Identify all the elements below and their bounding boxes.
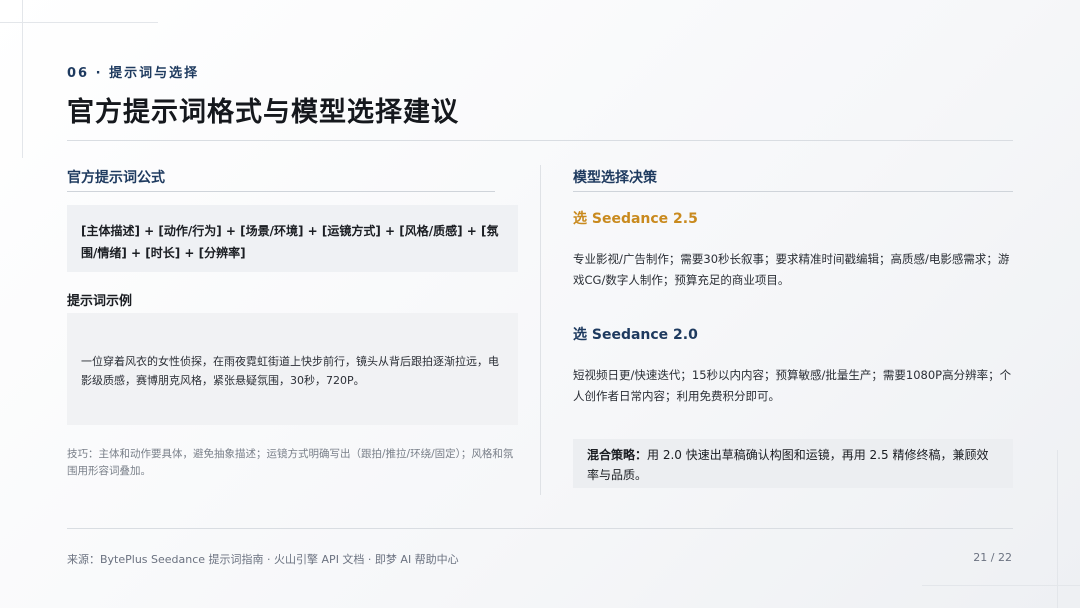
footer-source: 来源：BytePlus Seedance 提示词指南 · 火山引擎 API 文档… xyxy=(67,553,459,566)
tip-text: 技巧：主体和动作要具体，避免抽象描述；运镜方式明确写出（跟拍/推拉/环绕/固定）… xyxy=(67,448,514,477)
option-seedance-2-5-title: 选 Seedance 2.5 xyxy=(573,211,698,227)
mixed-strategy-box: 混合策略：用 2.0 快速出草稿确认构图和运镜，再用 2.5 精修终稿，兼顾效率… xyxy=(573,439,1013,488)
formula-box: [主体描述] + [动作/行为] + [场景/环境] + [运镜方式] + [风… xyxy=(67,205,518,272)
title-divider xyxy=(67,140,1013,141)
corner-decoration-right xyxy=(1057,450,1058,608)
left-heading-rule xyxy=(67,191,495,192)
right-heading-rule xyxy=(573,191,1013,192)
right-column-heading: 模型选择决策 xyxy=(573,170,657,186)
option-seedance-2-5-desc: 专业影视/广告制作；需要30秒长叙事；要求精准时间戳编辑；高质感/电影感需求；游… xyxy=(573,252,1010,287)
option-seedance-2-0-desc: 短视频日更/快速迭代；15秒以内内容；预算敏感/批量生产；需要1080P高分辨率… xyxy=(573,368,1012,403)
example-text: 一位穿着风衣的女性侦探，在雨夜霓虹街道上快步前行，镜头从背后跟拍逐渐拉远，电影级… xyxy=(81,355,499,387)
page-title: 官方提示词格式与模型选择建议 xyxy=(67,97,459,128)
formula-text: [主体描述] + [动作/行为] + [场景/环境] + [运镜方式] + [风… xyxy=(81,224,499,260)
corner-decoration-left xyxy=(22,0,23,158)
page-number: 21 / 22 xyxy=(973,551,1012,564)
option-seedance-2-0-title: 选 Seedance 2.0 xyxy=(573,327,698,343)
left-column-heading: 官方提示词公式 xyxy=(67,170,165,186)
example-heading: 提示词示例 xyxy=(67,294,133,309)
mixed-strategy-text: 用 2.0 快速出草稿确认构图和运镜，再用 2.5 精修终稿，兼顾效率与品质。 xyxy=(587,448,989,482)
mixed-strategy-label: 混合策略： xyxy=(587,448,648,462)
section-tag: 06 · 提示词与选择 xyxy=(67,66,200,81)
footer-divider xyxy=(67,528,1013,529)
column-divider xyxy=(540,165,541,495)
corner-decoration-top xyxy=(0,22,158,23)
example-box: 一位穿着风衣的女性侦探，在雨夜霓虹街道上快步前行，镜头从背后跟拍逐渐拉远，电影级… xyxy=(67,313,518,425)
